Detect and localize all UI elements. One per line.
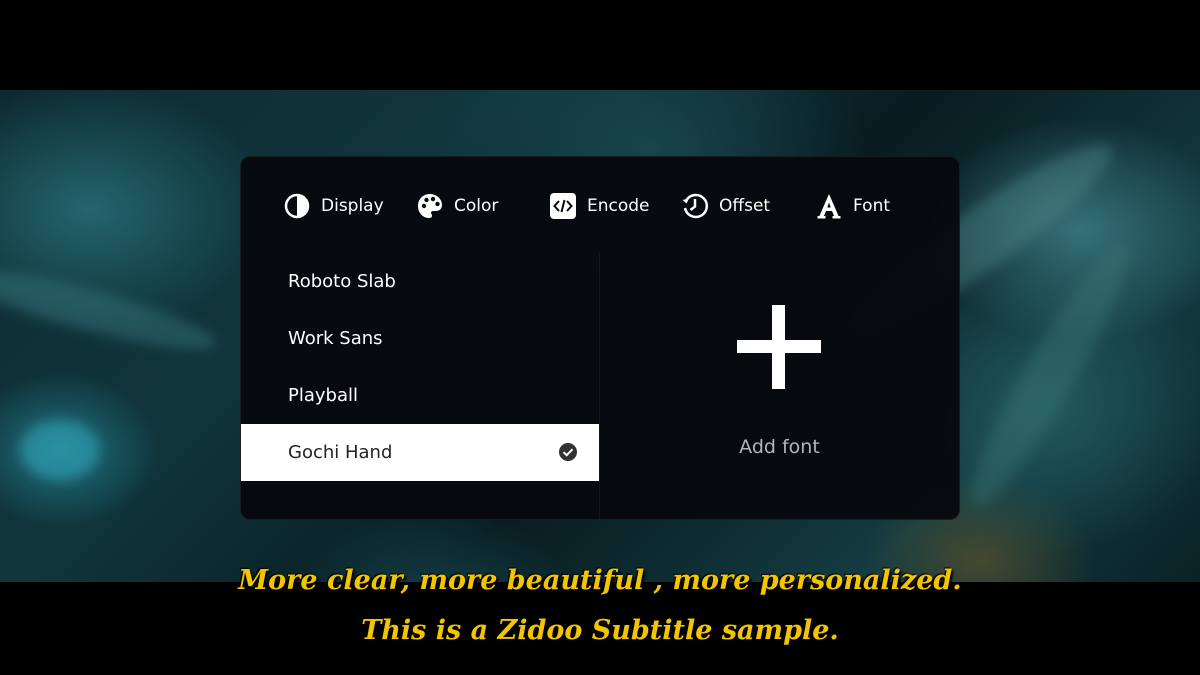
font-item-playball[interactable]: Playball [241, 367, 599, 424]
font-item-label: Roboto Slab [288, 271, 396, 292]
add-font-button[interactable]: Add font [600, 253, 959, 519]
player-screen: Display Color Encode Offset Font Roboto … [0, 0, 1200, 675]
check-circle-icon [559, 443, 577, 461]
plus-icon [737, 305, 821, 389]
subtitle-settings-panel: Display Color Encode Offset Font Roboto … [240, 156, 960, 520]
font-icon [815, 192, 843, 220]
font-item-work-sans[interactable]: Work Sans [241, 310, 599, 367]
font-item-label: Work Sans [288, 328, 383, 349]
code-icon [549, 192, 577, 220]
contrast-icon [283, 192, 311, 220]
tab-label: Offset [719, 196, 771, 216]
font-item-label: Playball [288, 385, 358, 406]
background-streak [953, 232, 1147, 518]
tab-color[interactable]: Color [416, 191, 498, 221]
subtitle-line-2: This is a Zidoo Subtitle sample. [361, 615, 839, 646]
tab-offset[interactable]: Offset [681, 191, 770, 221]
settings-tabs: Display Color Encode Offset Font [241, 157, 959, 253]
tab-label: Color [454, 196, 499, 216]
subtitle-line-1: More clear, more beautiful , more person… [238, 565, 962, 596]
tab-label: Encode [587, 196, 650, 216]
tab-font[interactable]: Font [815, 191, 890, 221]
font-item-gochi-hand[interactable]: Gochi Hand [241, 424, 599, 481]
font-list: Roboto Slab Work Sans Playball Gochi Han… [241, 253, 599, 519]
palette-icon [416, 192, 444, 220]
subtitle-text: More clear, more beautiful , more person… [0, 556, 1200, 656]
font-item-roboto-slab[interactable]: Roboto Slab [241, 253, 599, 310]
history-icon [681, 192, 709, 220]
background-streak [0, 257, 221, 363]
tab-display[interactable]: Display [283, 191, 384, 221]
tab-label: Font [853, 196, 891, 216]
tab-label: Display [321, 196, 384, 216]
tab-encode[interactable]: Encode [549, 191, 650, 221]
background-streak [20, 420, 100, 480]
font-item-label: Gochi Hand [288, 442, 393, 463]
add-font-label: Add font [739, 436, 820, 458]
